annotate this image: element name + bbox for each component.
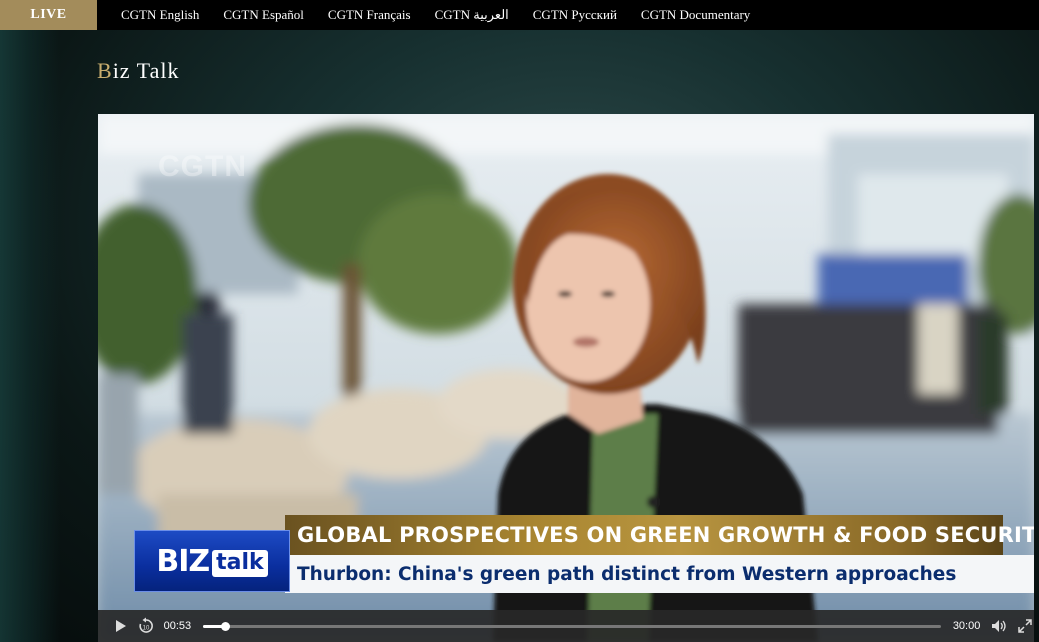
nav-link-cgtn-arabic[interactable]: CGTN العربية [435, 7, 509, 23]
logo-biz-text: BIZ [156, 543, 210, 579]
rewind-10-icon[interactable]: 10 [136, 616, 156, 636]
live-button[interactable]: LIVE [0, 0, 97, 30]
volume-icon[interactable] [990, 617, 1008, 635]
current-time: 00:53 [163, 620, 192, 632]
nav-link-cgtn-espanol[interactable]: CGTN Español [223, 7, 304, 23]
lower-third-headline: GLOBAL PROSPECTIVES ON GREEN GROWTH & FO… [285, 515, 1034, 555]
page-title-rest: iz Talk [112, 58, 180, 83]
page-title: Biz Talk [97, 58, 179, 84]
page-title-initial: B [97, 58, 113, 83]
nav-link-cgtn-russian[interactable]: CGTN Русский [533, 7, 617, 23]
total-time: 30:00 [952, 620, 981, 632]
nav-link-cgtn-english[interactable]: CGTN English [121, 7, 199, 23]
logo-talk-text: talk [212, 549, 268, 577]
fullscreen-icon[interactable] [1016, 617, 1034, 635]
nav-link-cgtn-documentary[interactable]: CGTN Documentary [641, 7, 750, 23]
svg-text:10: 10 [142, 626, 149, 632]
play-icon[interactable] [110, 616, 130, 636]
player-controls: 10 00:53 30:00 [98, 610, 1034, 642]
nav-link-cgtn-francais[interactable]: CGTN Français [328, 7, 411, 23]
channel-watermark: CGTN [158, 150, 247, 183]
lower-third-subheadline: Thurbon: China's green path distinct fro… [285, 555, 1034, 593]
progress-scrubber[interactable] [221, 621, 231, 631]
side-glow-decoration [0, 30, 60, 642]
video-player[interactable]: CGTN GLOBAL PROSPECTIVES ON GREEN GROWTH… [98, 114, 1034, 642]
biz-talk-logo: BIZ talk [134, 530, 290, 592]
progress-bar[interactable] [203, 621, 941, 631]
top-nav-bar: LIVE CGTN English CGTN Español CGTN Fran… [0, 0, 1039, 30]
channel-links: CGTN English CGTN Español CGTN Français … [97, 7, 750, 23]
